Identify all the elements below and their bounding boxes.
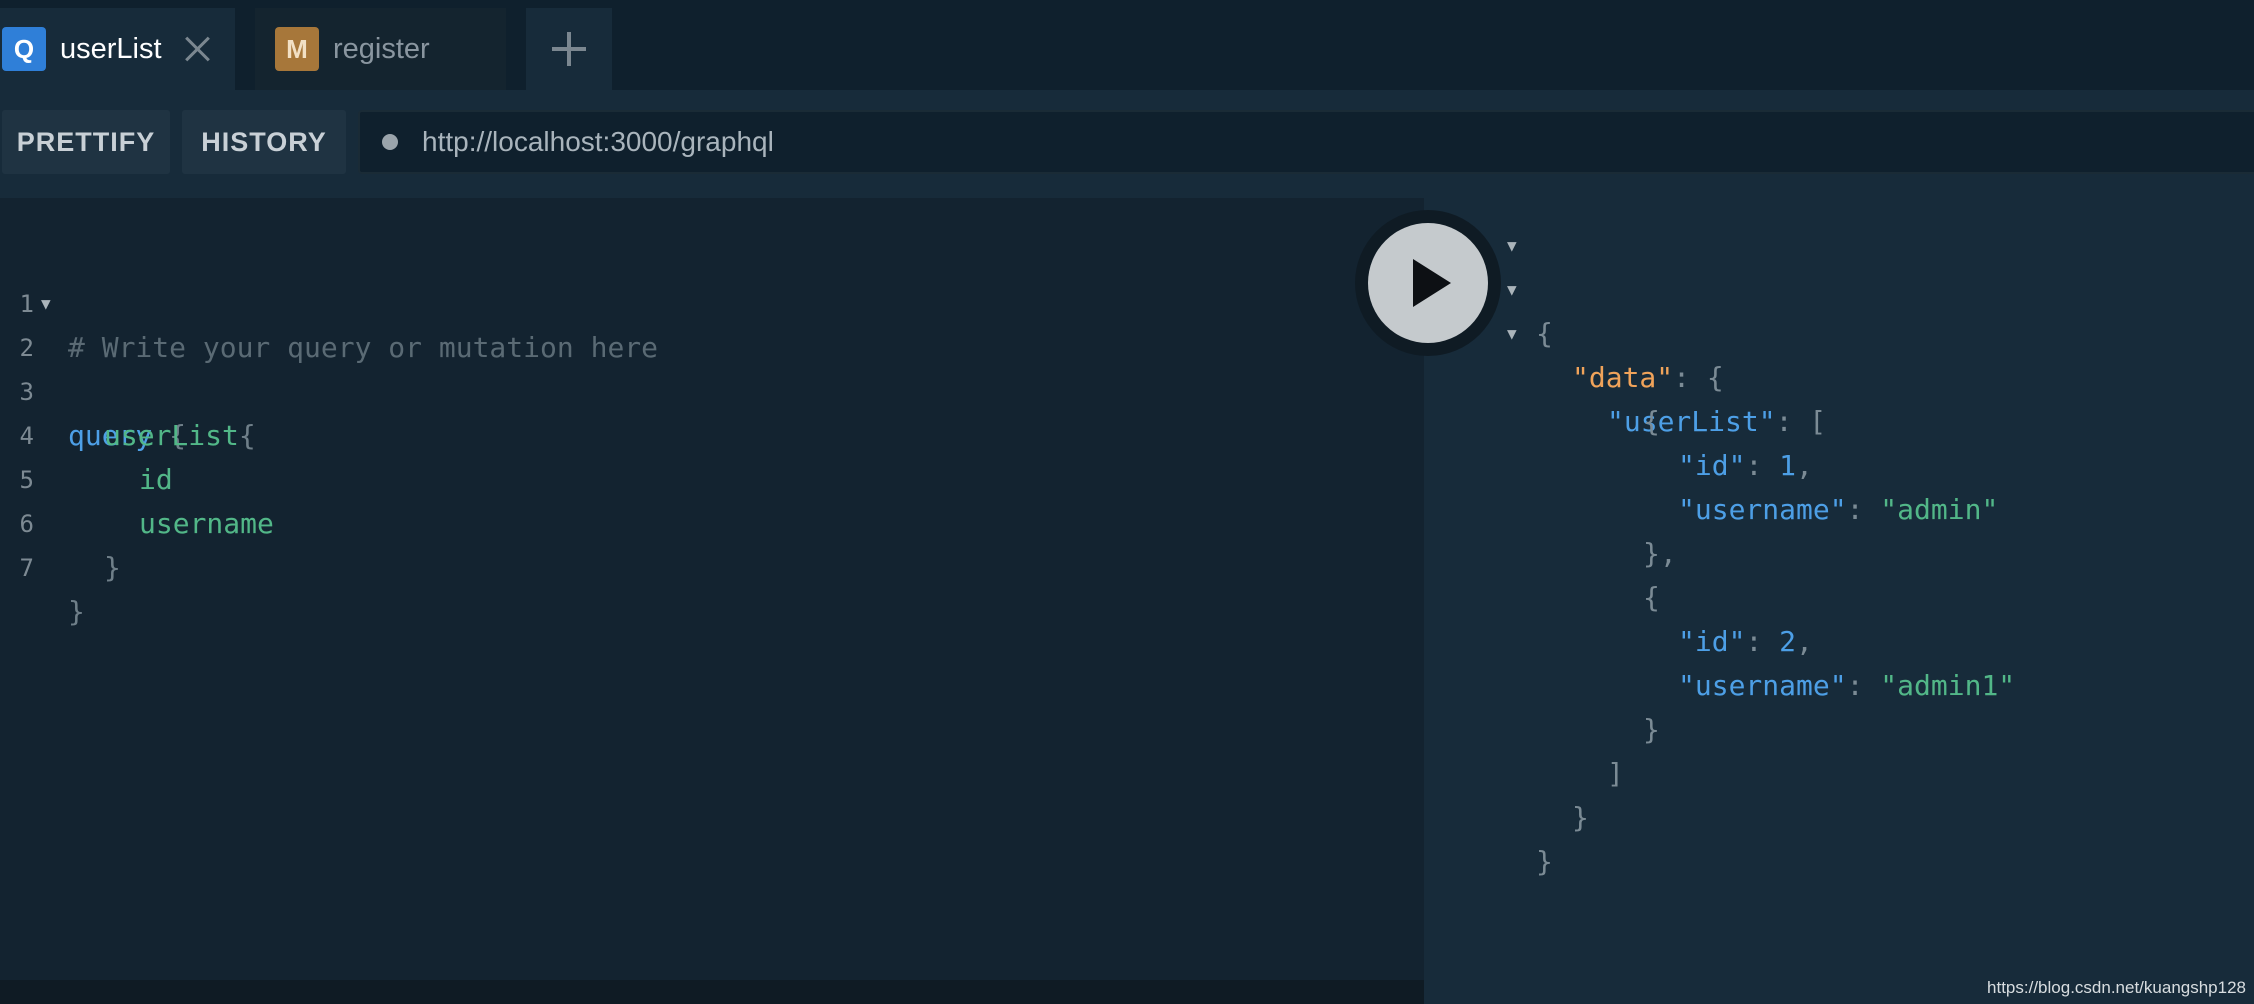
- fold-arrow-icon[interactable]: ▼: [1507, 224, 1517, 268]
- json-line: "username": "admin": [1678, 493, 1999, 526]
- endpoint-url-text: http://localhost:3000/graphql: [422, 126, 774, 157]
- tab-userlist[interactable]: Q userList: [0, 8, 235, 90]
- fold-arrow-icon[interactable]: ▼: [41, 282, 51, 326]
- tab-title: userList: [60, 32, 162, 65]
- json-line: "username": "admin1": [1678, 669, 2016, 702]
- json-line: ]: [1607, 757, 1624, 790]
- json-line: }: [1536, 845, 1553, 878]
- execute-query-button[interactable]: [1355, 210, 1501, 356]
- connection-status-icon: [382, 134, 398, 150]
- json-line: ▼ {: [1424, 224, 2254, 350]
- json-line: ▼ "userList": [: [1424, 312, 2254, 438]
- line-number: 7: [19, 554, 34, 582]
- prettify-button[interactable]: PRETTIFY: [2, 110, 170, 174]
- history-button[interactable]: HISTORY: [182, 110, 346, 174]
- play-icon: [1413, 259, 1451, 307]
- code-line: 6 }: [0, 458, 1424, 584]
- json-line: {: [1643, 405, 1660, 438]
- close-icon[interactable]: [184, 35, 212, 63]
- code-line: 1 # Write your query or mutation here: [0, 238, 1424, 364]
- tab-register[interactable]: M register: [255, 8, 506, 90]
- code-line: 5 username: [0, 414, 1424, 540]
- mutation-badge: M: [275, 27, 319, 71]
- code-line: 4 id: [0, 370, 1424, 496]
- json-line: "id": 1,: [1678, 449, 1813, 482]
- watermark: https://blog.csdn.net/kuangshp128: [1987, 978, 2246, 997]
- fold-arrow-icon[interactable]: ▼: [1507, 312, 1517, 356]
- json-line: }: [1572, 801, 1589, 834]
- execute-button-face: [1368, 223, 1488, 343]
- plus-icon: [552, 32, 586, 66]
- tab-title: register: [333, 32, 430, 65]
- query-badge: Q: [2, 27, 46, 71]
- add-tab-button[interactable]: [526, 8, 612, 90]
- json-line: },: [1643, 537, 1677, 570]
- code-line: 3 userList{: [0, 326, 1424, 452]
- code-line: 2 ▼ query {: [0, 282, 1424, 452]
- json-line: ▼ "data": {: [1424, 268, 2254, 394]
- json-line: "id": 2,: [1678, 625, 1813, 658]
- json-line: }: [1643, 713, 1660, 746]
- json-line: {: [1643, 581, 1660, 614]
- code-punct: }: [68, 595, 85, 628]
- endpoint-url-input[interactable]: http://localhost:3000/graphql: [358, 110, 2254, 174]
- tab-bar: Q userList M register: [0, 0, 2254, 90]
- editor-footer: [0, 980, 1424, 1004]
- code-line: 7 }: [0, 502, 1424, 628]
- code-punct: }: [104, 551, 121, 584]
- fold-arrow-icon[interactable]: ▼: [1507, 268, 1517, 312]
